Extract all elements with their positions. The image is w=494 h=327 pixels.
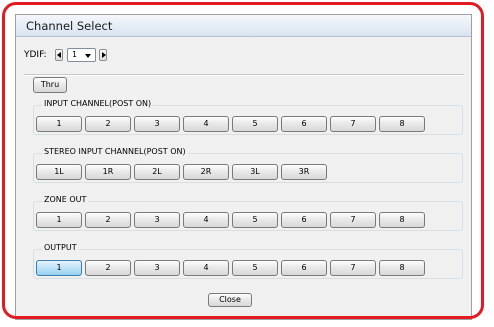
input-channel-button[interactable]: 1 — [36, 116, 82, 132]
close-button[interactable]: Close — [208, 293, 252, 307]
group-label: OUTPUT — [42, 243, 79, 252]
stereo-input-button[interactable]: 1L — [36, 164, 82, 180]
zone-out-button[interactable]: 7 — [330, 212, 376, 228]
channel-select-dialog: Channel Select YDIF: 1 Thru INPUT CHANNE… — [15, 14, 472, 320]
input-channel-button[interactable]: 3 — [134, 116, 180, 132]
title-bar[interactable]: Channel Select — [16, 15, 471, 37]
arrow-left-icon — [57, 52, 61, 58]
ydif-dropdown[interactable]: 1 — [67, 48, 96, 62]
output-button[interactable]: 3 — [134, 260, 180, 276]
input-channel-button[interactable]: 4 — [183, 116, 229, 132]
input-channel-button[interactable]: 2 — [85, 116, 131, 132]
ydif-label: YDIF: — [24, 50, 47, 60]
stereo-input-button[interactable]: 2L — [134, 164, 180, 180]
output-button[interactable]: 7 — [330, 260, 376, 276]
input-channel-button[interactable]: 7 — [330, 116, 376, 132]
ydif-previous-button[interactable] — [55, 49, 63, 61]
ydif-next-button[interactable] — [99, 49, 107, 61]
group-label: ZONE OUT — [42, 195, 89, 204]
output-button[interactable]: 2 — [85, 260, 131, 276]
zone-out-button[interactable]: 5 — [232, 212, 278, 228]
divider — [24, 74, 464, 76]
dialog-title: Channel Select — [26, 19, 113, 33]
output-button[interactable]: 8 — [379, 260, 425, 276]
output-button[interactable]: 6 — [281, 260, 327, 276]
arrow-right-icon — [102, 52, 106, 58]
input-channel-button[interactable]: 8 — [379, 116, 425, 132]
stereo-input-button[interactable]: 2R — [183, 164, 229, 180]
zone-out-button[interactable]: 4 — [183, 212, 229, 228]
stereo-input-button[interactable]: 1R — [85, 164, 131, 180]
input-channel-button[interactable]: 5 — [232, 116, 278, 132]
zone-out-button[interactable]: 2 — [85, 212, 131, 228]
output-button[interactable]: 1 — [36, 260, 82, 276]
group-label: INPUT CHANNEL(POST ON) — [42, 99, 154, 108]
zone-out-button[interactable]: 6 — [281, 212, 327, 228]
zone-out-button[interactable]: 3 — [134, 212, 180, 228]
output-button[interactable]: 4 — [183, 260, 229, 276]
zone-out-button[interactable]: 8 — [379, 212, 425, 228]
group-label: STEREO INPUT CHANNEL(POST ON) — [42, 147, 188, 156]
thru-button[interactable]: Thru — [33, 77, 67, 93]
zone-out-button[interactable]: 1 — [36, 212, 82, 228]
stereo-input-button[interactable]: 3L — [232, 164, 278, 180]
chevron-down-icon — [85, 54, 91, 58]
stereo-input-button[interactable]: 3R — [281, 164, 327, 180]
output-button[interactable]: 5 — [232, 260, 278, 276]
input-channel-button[interactable]: 6 — [281, 116, 327, 132]
ydif-dropdown-value: 1 — [72, 50, 78, 59]
